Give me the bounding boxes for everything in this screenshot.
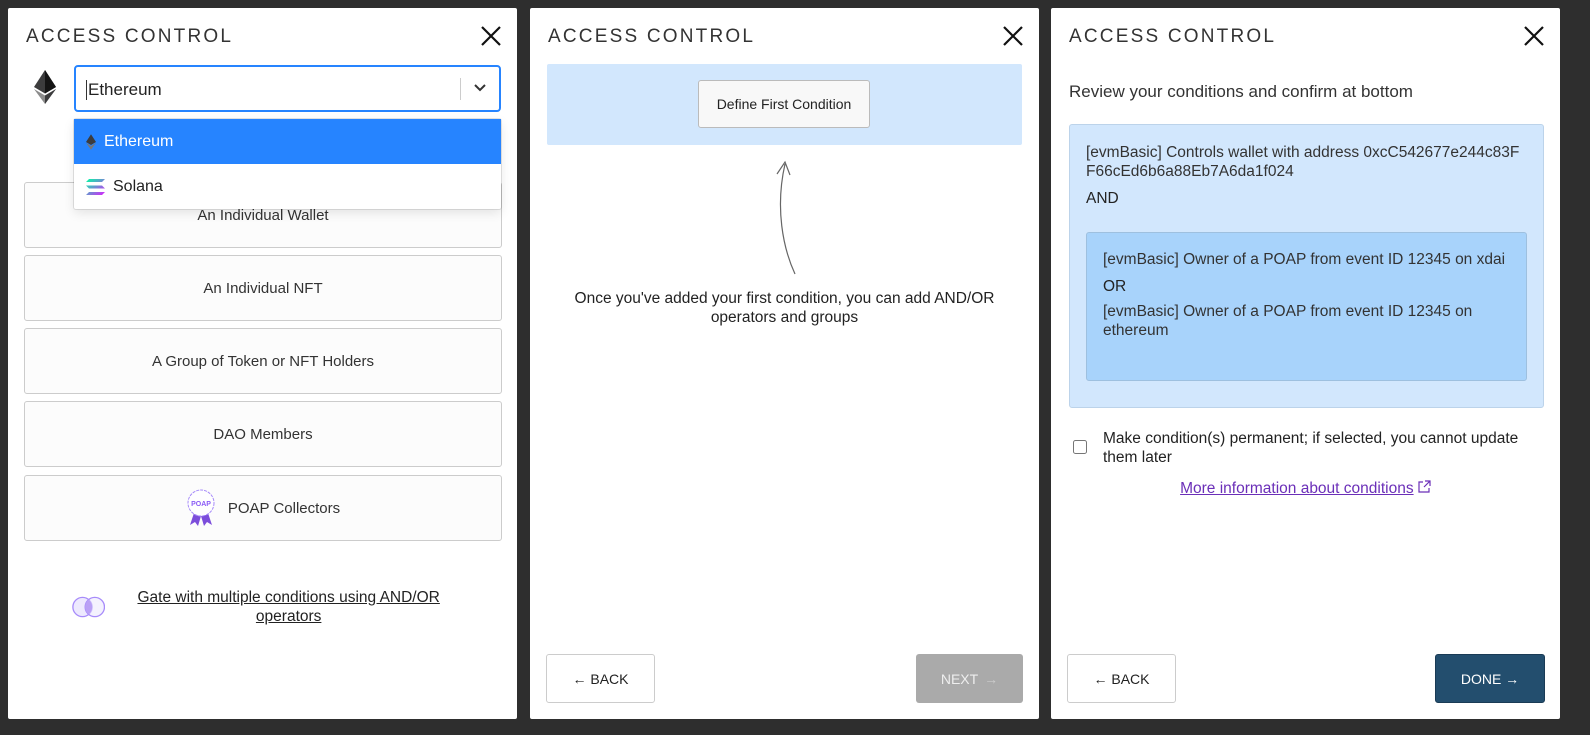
external-link-icon[interactable]: [1418, 480, 1431, 493]
option-label: Solana: [113, 177, 163, 195]
chain-option-solana[interactable]: Solana: [74, 164, 501, 209]
chevron-down-icon[interactable]: [473, 83, 487, 93]
panel-title: ACCESS CONTROL: [26, 26, 234, 47]
select-separator: [460, 78, 461, 100]
choice-label: An Individual NFT: [203, 279, 323, 297]
close-icon[interactable]: [1522, 24, 1546, 48]
permanent-label: Make condition(s) permanent; if selected…: [1103, 430, 1519, 466]
back-button[interactable]: ← BACK: [1067, 654, 1176, 703]
close-icon[interactable]: [1001, 24, 1025, 48]
poap-badge-icon: POAP: [187, 489, 215, 526]
access-control-panel-review: ACCESS CONTROL Review your conditions an…: [1051, 8, 1560, 719]
condition-item: [evmBasic] Owner of a POAP from event ID…: [1103, 303, 1473, 339]
chain-select[interactable]: Ethereum: [74, 65, 501, 112]
next-button[interactable]: NEXT →: [916, 654, 1023, 703]
more-info: More information about conditions: [1051, 480, 1560, 498]
panel-title: ACCESS CONTROL: [1069, 26, 1277, 47]
choice-label: DAO Members: [213, 425, 313, 443]
chain-option-ethereum[interactable]: Ethereum: [74, 119, 501, 164]
venn-diagram-icon: [72, 596, 106, 618]
choice-label: POAP Collectors: [227, 499, 341, 517]
access-control-panel-chain: ACCESS CONTROL Ethereum Ethereum Solana …: [8, 8, 517, 719]
choice-individual-nft[interactable]: An Individual NFT: [24, 255, 502, 321]
solana-icon: [86, 178, 105, 195]
operator-or: OR: [1103, 278, 1127, 295]
choice-poap-collectors[interactable]: POAP POAP Collectors: [24, 475, 502, 541]
conditions-box: [evmBasic] Controls wallet with address …: [1069, 124, 1544, 408]
ethereum-icon: [34, 70, 56, 104]
arrow-right-icon: →: [984, 670, 999, 687]
condition-item: [evmBasic] Controls wallet with address …: [1086, 144, 1520, 180]
condition-area: Define First Condition: [547, 64, 1022, 145]
hint-text: Once you've added your first condition, …: [574, 290, 995, 326]
next-label: NEXT: [940, 670, 979, 687]
close-icon[interactable]: [479, 24, 503, 48]
review-heading: Review your conditions and confirm at bo…: [1069, 82, 1413, 101]
gate-multiple-conditions-link[interactable]: Gate with multiple conditions using AND/…: [125, 588, 452, 626]
chain-dropdown-menu: Ethereum Solana: [74, 119, 501, 209]
more-info-link[interactable]: More information about conditions: [1180, 480, 1414, 497]
define-first-condition-button[interactable]: Define First Condition: [698, 80, 870, 128]
gate-multiple-conditions: Gate with multiple conditions using AND/…: [72, 588, 452, 626]
arrow-up-icon: [776, 160, 796, 275]
choice-label: A Group of Token or NFT Holders: [151, 352, 375, 370]
ethereum-icon: [86, 133, 96, 150]
back-button[interactable]: ← BACK: [546, 654, 655, 703]
choice-label: An Individual Wallet: [197, 206, 329, 224]
permanent-option: Make condition(s) permanent; if selected…: [1073, 429, 1543, 467]
panel-title: ACCESS CONTROL: [548, 26, 756, 47]
choice-dao-members[interactable]: DAO Members: [24, 401, 502, 467]
permanent-checkbox[interactable]: [1073, 440, 1087, 454]
svg-text:POAP: POAP: [191, 501, 211, 508]
done-button[interactable]: DONE →: [1435, 654, 1545, 703]
access-control-panel-define: ACCESS CONTROL Define First Condition On…: [530, 8, 1039, 719]
operator-and: AND: [1086, 190, 1119, 207]
condition-item: [evmBasic] Owner of a POAP from event ID…: [1103, 251, 1506, 268]
condition-group: [evmBasic] Owner of a POAP from event ID…: [1086, 232, 1527, 381]
choice-token-holders[interactable]: A Group of Token or NFT Holders: [24, 328, 502, 394]
chain-select-value[interactable]: Ethereum: [86, 80, 162, 100]
option-label: Ethereum: [104, 132, 174, 150]
